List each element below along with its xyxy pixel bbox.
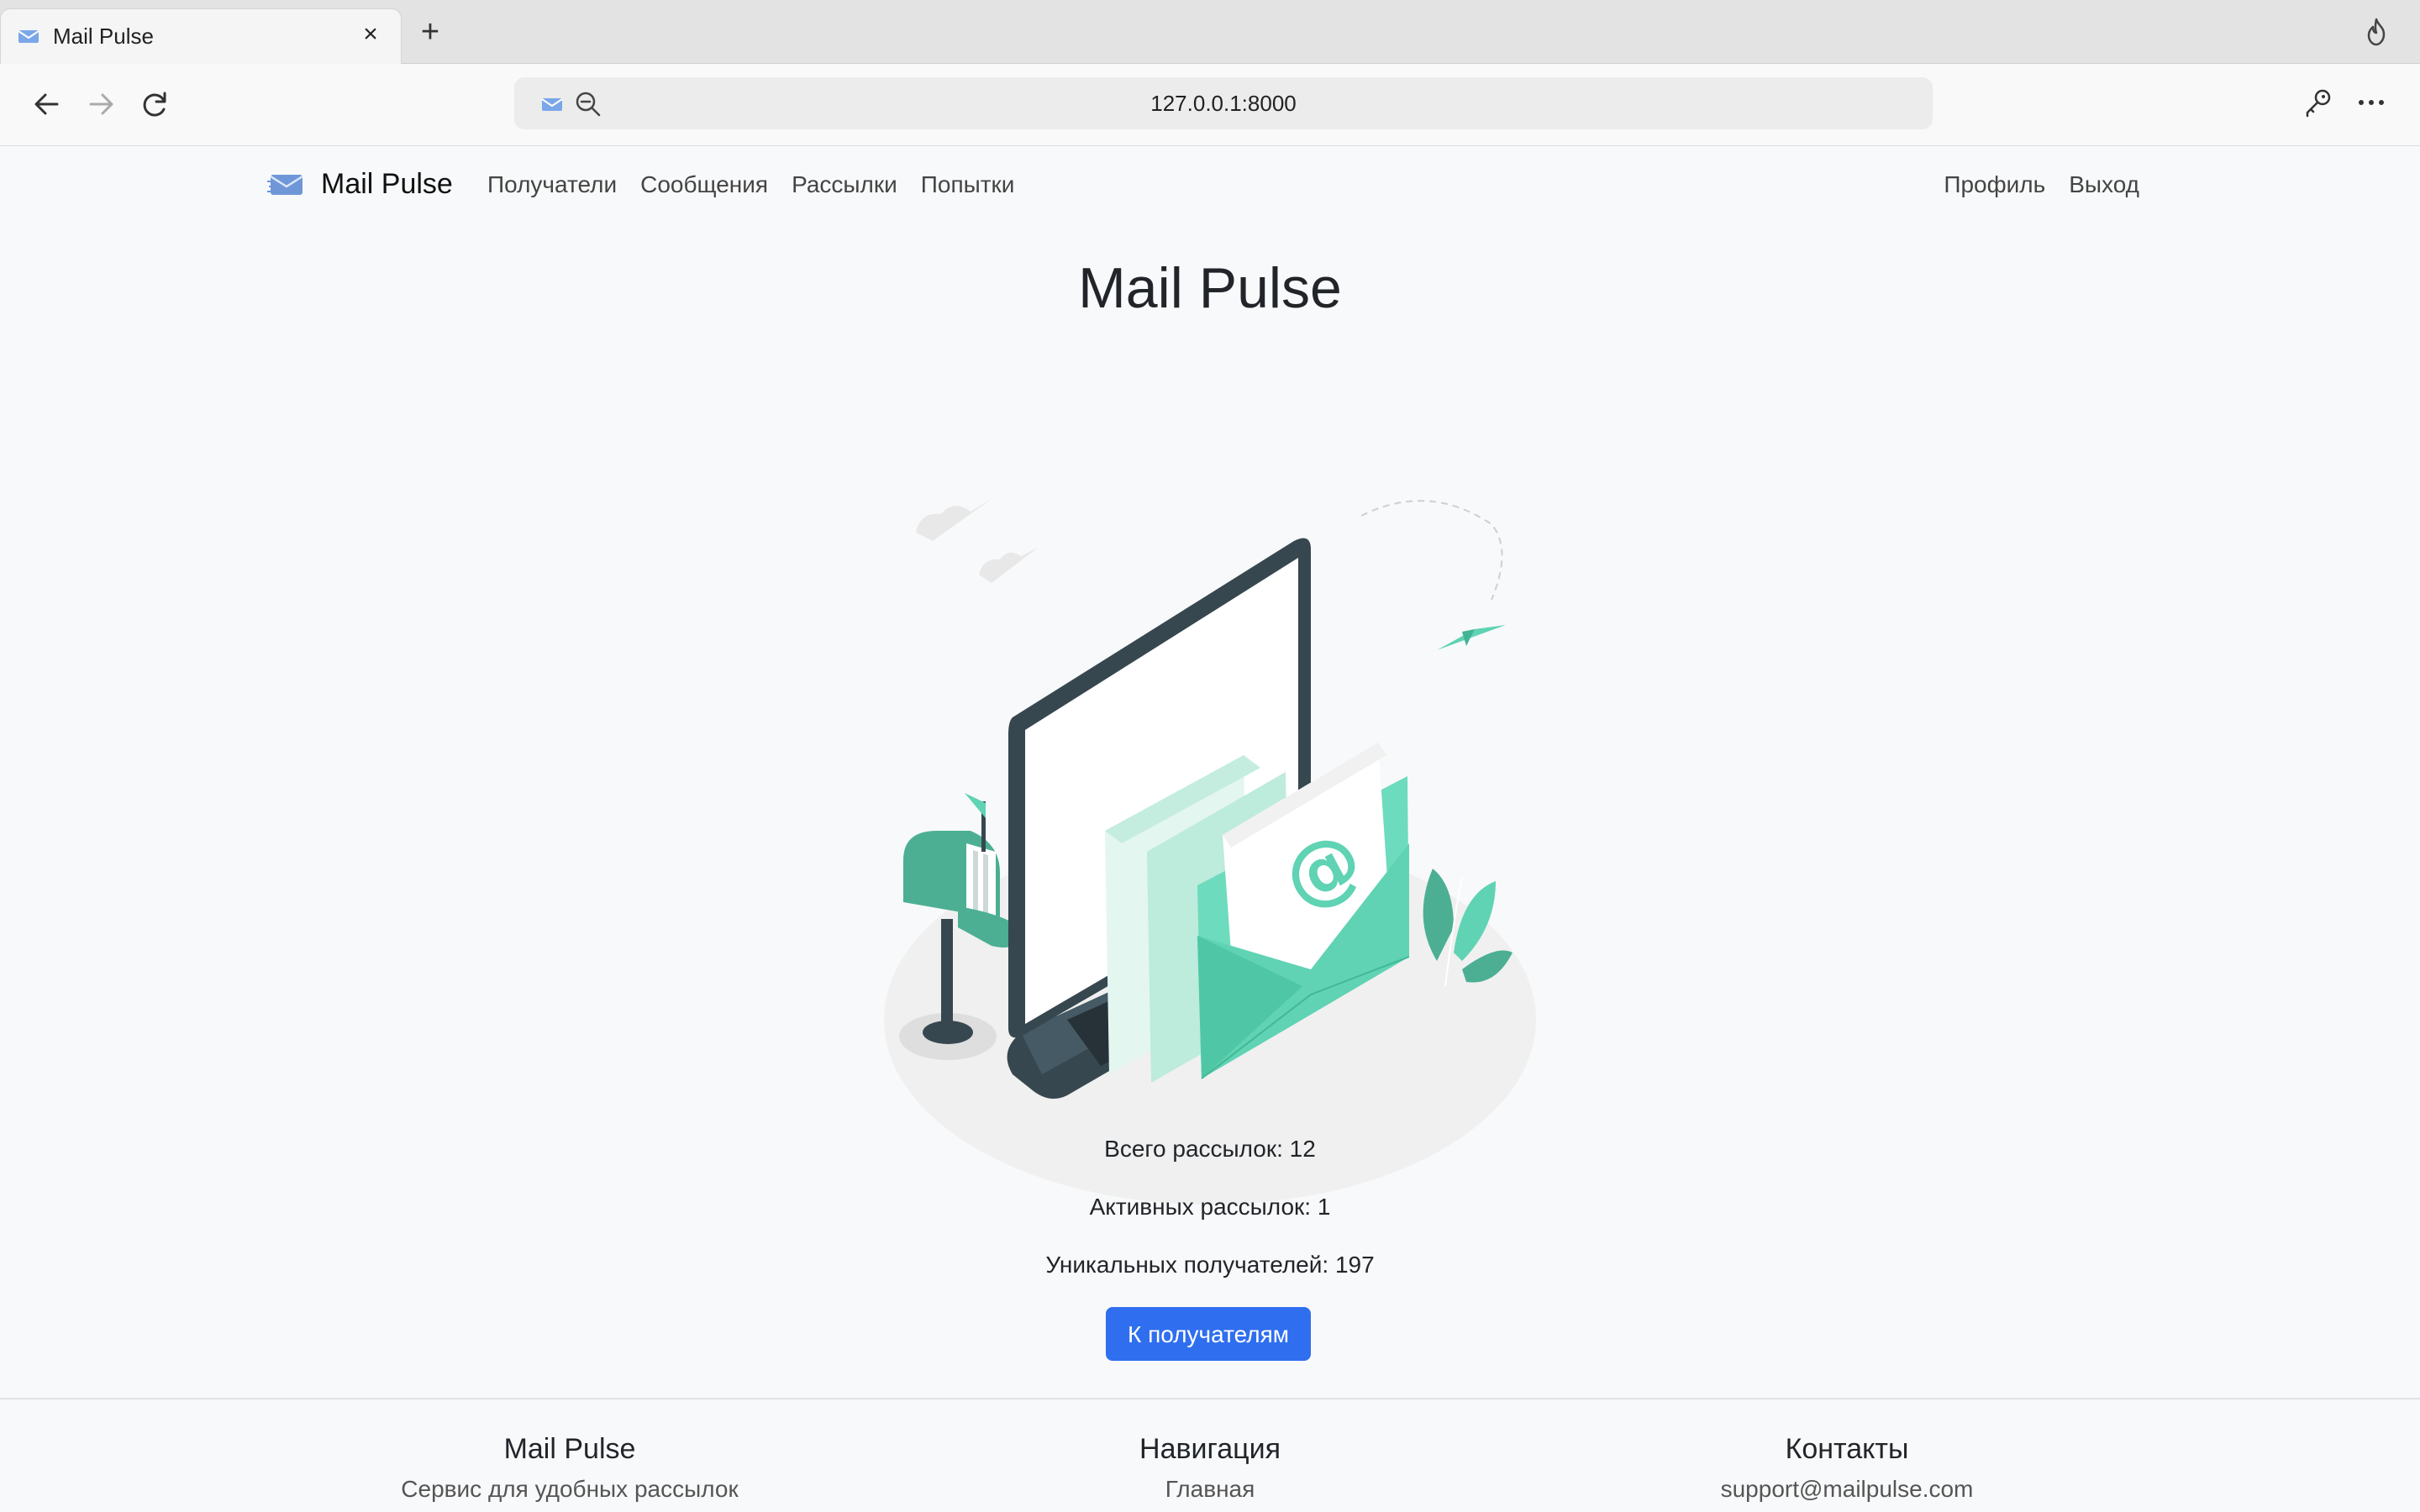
browser-toolbar: 127.0.0.1:8000 (0, 64, 2420, 146)
nav-link-attempts[interactable]: Попытки (921, 168, 1015, 202)
nav-link-recipients[interactable]: Получатели (487, 168, 617, 202)
page-content: Mail Pulse Получатели Сообщения Рассылки… (0, 146, 2420, 1512)
footer-brand-title: Mail Pulse (503, 1433, 636, 1465)
active-mailings-stat: Активных рассылок: 1 (1089, 1194, 1331, 1220)
email-laptop-illustration: @ (884, 499, 1536, 1205)
footer-contacts-title: Контакты (1785, 1433, 1909, 1465)
footer-nav-title: Навигация (1139, 1433, 1281, 1465)
flame-icon[interactable] (2361, 17, 2391, 47)
nav-link-messages[interactable]: Сообщения (640, 168, 768, 202)
page-title: Mail Pulse (1078, 256, 1342, 320)
nav-link-profile[interactable]: Профиль (1944, 168, 2045, 202)
address-bar[interactable]: 127.0.0.1:8000 (514, 77, 1933, 129)
footer-brand-text: Сервис для удобных рассылок (401, 1476, 739, 1502)
total-mailings-stat: Всего рассылок: 12 (1104, 1136, 1316, 1162)
footer-col-contacts: Контакты support@mailpulse.com (1595, 1399, 2099, 1502)
tab-title: Mail Pulse (53, 24, 154, 49)
user-nav: Профиль Выход (1944, 168, 2139, 202)
browser-tab-bar: Mail Pulse × + (0, 0, 2420, 64)
unique-recipients-stat: Уникальных получателей: 197 (1045, 1252, 1375, 1278)
main-nav: Получатели Сообщения Рассылки Попытки (487, 168, 1014, 202)
brand-text: Mail Pulse (321, 167, 453, 200)
new-tab-icon[interactable]: + (413, 15, 447, 49)
footer-nav-link-home[interactable]: Главная (958, 1473, 1462, 1505)
envelope-favicon-icon (18, 30, 39, 43)
envelope-logo-icon (267, 175, 303, 195)
footer-contact-email[interactable]: support@mailpulse.com (1595, 1473, 2099, 1505)
site-footer: Mail Pulse Сервис для удобных рассылок Н… (0, 1398, 2420, 1512)
key-icon[interactable] (2301, 86, 2334, 119)
to-recipients-button[interactable]: К получателям (1106, 1307, 1311, 1361)
brand-link[interactable]: Mail Pulse (267, 163, 453, 205)
url-text: 127.0.0.1:8000 (1150, 91, 1297, 116)
tab-close-icon[interactable]: × (355, 19, 386, 50)
back-arrow-icon[interactable] (27, 84, 67, 124)
reload-icon[interactable] (134, 84, 175, 124)
more-options-icon[interactable] (2353, 86, 2390, 119)
nav-link-mailings[interactable]: Рассылки (792, 168, 897, 202)
site-navbar: Mail Pulse Получатели Сообщения Рассылки… (0, 146, 2420, 222)
footer-col-about: Mail Pulse Сервис для удобных рассылок (318, 1399, 822, 1502)
browser-tab[interactable]: Mail Pulse × (0, 8, 402, 64)
nav-link-logout[interactable]: Выход (2069, 168, 2139, 202)
footer-col-nav: Навигация Главная (958, 1399, 1462, 1502)
forward-arrow-icon[interactable] (81, 84, 121, 124)
